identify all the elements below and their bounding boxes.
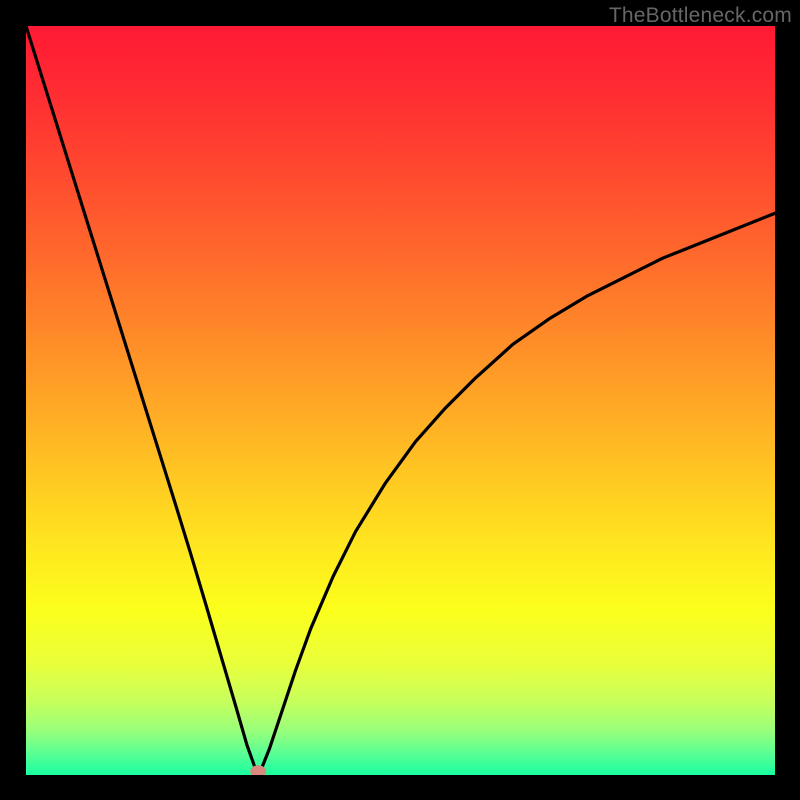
watermark-text: TheBottleneck.com [609,4,792,28]
bottleneck-chart [26,26,775,775]
chart-frame [26,26,775,775]
gradient-background [26,26,775,775]
